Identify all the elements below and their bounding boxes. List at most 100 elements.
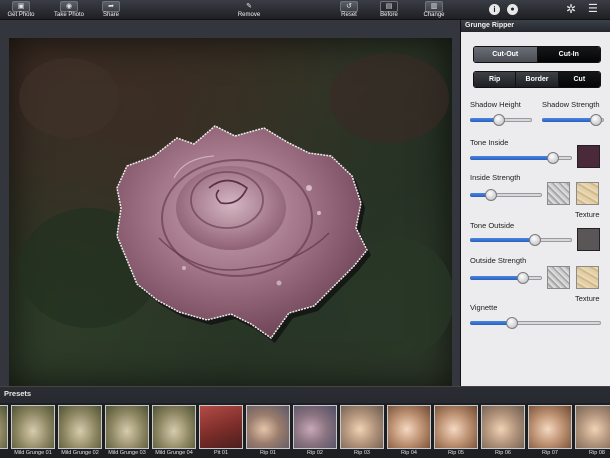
preset-item[interactable]: Mild Grunge 04: [152, 405, 196, 457]
outside-strength-slider[interactable]: [470, 272, 542, 284]
remove-label: Remove: [237, 12, 261, 18]
preset-item[interactable]: Rip 02: [293, 405, 337, 457]
segment-cut[interactable]: Cut: [558, 72, 600, 87]
brush-icon: ✎: [246, 3, 252, 10]
preset-item[interactable]: Mild Grunge 02: [58, 405, 102, 457]
settings-panel: Grunge Ripper Cut-Out Cut-In Rip Border …: [460, 20, 610, 386]
tone-inside-label: Tone Inside: [470, 138, 509, 147]
shadow-strength-label: Shadow Strength: [542, 100, 600, 109]
preset-label: Rip 07: [542, 450, 558, 456]
style-segmented-control: Rip Border Cut: [473, 71, 601, 88]
edited-photo[interactable]: [9, 38, 452, 389]
preset-item[interactable]: Rip 08: [575, 405, 610, 457]
tone-inside-color-swatch[interactable]: [577, 145, 600, 168]
segment-cut-out[interactable]: Cut-Out: [474, 47, 538, 62]
tone-outside-slider[interactable]: [470, 234, 572, 246]
get-photo-label: Get Photo: [7, 12, 35, 18]
segment-cut-in[interactable]: Cut-In: [537, 47, 600, 62]
preset-item[interactable]: Rip 05: [434, 405, 478, 457]
preset-thumbnail: [246, 405, 290, 449]
preset-thumbnail: [434, 405, 478, 449]
preset-label: Mild Grunge 02: [61, 450, 99, 456]
gear-icon[interactable]: ✲: [566, 2, 576, 16]
shadow-height-slider[interactable]: [470, 114, 532, 126]
slider-thumb[interactable]: [590, 114, 602, 126]
preset-thumbnail: [0, 405, 8, 449]
shadow-height-label: Shadow Height: [470, 100, 521, 109]
preset-thumbnail: [528, 405, 572, 449]
take-photo-button[interactable]: ◉ Take Photo: [52, 1, 86, 19]
slider-thumb[interactable]: [493, 114, 505, 126]
presets-bar: Presets Mild Grunge 01 Mild Grunge 02 Mild…: [0, 386, 610, 458]
outside-texture-label: Texture: [575, 294, 600, 303]
panel-title: Grunge Ripper: [461, 20, 610, 32]
preset-label: Mild Grunge 03: [108, 450, 146, 456]
presets-strip[interactable]: Mild Grunge 01 Mild Grunge 02 Mild Grunge …: [0, 403, 610, 458]
tone-outside-label: Tone Outside: [470, 221, 515, 230]
change-button[interactable]: ▥ Change: [420, 1, 448, 19]
change-icon: ▥: [425, 1, 443, 12]
canvas-area: [0, 20, 460, 389]
change-label: Change: [423, 12, 445, 18]
preset-item[interactable]: Rip 01: [246, 405, 290, 457]
shadow-strength-slider[interactable]: [542, 114, 604, 126]
reset-button[interactable]: ↺ Reset: [336, 1, 362, 19]
inside-paper-texture-thumb[interactable]: [576, 182, 599, 205]
outside-paper-texture-thumb[interactable]: [576, 266, 599, 289]
slider-thumb[interactable]: [547, 152, 559, 164]
outside-strength-label: Outside Strength: [470, 256, 527, 265]
preset-label: Mild Grunge 01: [14, 450, 52, 456]
preset-item[interactable]: Rip 04: [387, 405, 431, 457]
share-circle-icon[interactable]: ●: [507, 4, 518, 15]
preset-item[interactable]: Mild Grunge 03: [105, 405, 149, 457]
share-label: Share: [102, 12, 119, 18]
mode-segmented-control: Cut-Out Cut-In: [473, 46, 601, 63]
tone-outside-color-swatch[interactable]: [577, 228, 600, 251]
outside-gray-texture-thumb[interactable]: [547, 266, 570, 289]
preset-item[interactable]: Pit 01: [199, 405, 243, 457]
preset-label: Rip 04: [401, 450, 417, 456]
before-button[interactable]: ▤ Before: [376, 1, 402, 19]
preset-item[interactable]: [0, 405, 8, 457]
preset-label: Pit 01: [213, 450, 229, 456]
preset-thumbnail: [575, 405, 610, 449]
slider-thumb[interactable]: [485, 189, 497, 201]
reset-icon: ↺: [340, 1, 358, 12]
tone-inside-slider[interactable]: [470, 152, 572, 164]
get-photo-button[interactable]: ▣ Get Photo: [6, 1, 36, 19]
reset-label: Reset: [341, 12, 357, 18]
take-photo-label: Take Photo: [53, 12, 85, 18]
segment-border[interactable]: Border: [516, 72, 559, 87]
preset-thumbnail: [58, 405, 102, 449]
preset-label: Rip 05: [448, 450, 464, 456]
preset-thumbnail: [387, 405, 431, 449]
share-button[interactable]: ➦ Share: [98, 1, 124, 19]
slider-thumb[interactable]: [517, 272, 529, 284]
preset-item[interactable]: Mild Grunge 01: [11, 405, 55, 457]
preset-thumbnail: [199, 405, 243, 449]
photo-illustration: [19, 53, 452, 358]
inside-gray-texture-thumb[interactable]: [547, 182, 570, 205]
app-window: ▣ Get Photo ◉ Take Photo ➦ Share ✎ Remov…: [0, 0, 610, 458]
remove-button[interactable]: ✎ Remove: [234, 1, 264, 19]
inside-strength-slider[interactable]: [470, 189, 542, 201]
preset-item[interactable]: Rip 07: [528, 405, 572, 457]
camera-icon: ◉: [60, 1, 78, 12]
preset-label: Rip 03: [354, 450, 370, 456]
preset-thumbnail: [340, 405, 384, 449]
top-toolbar: ▣ Get Photo ◉ Take Photo ➦ Share ✎ Remov…: [0, 0, 610, 20]
preset-thumbnail: [11, 405, 55, 449]
info-icon[interactable]: i: [489, 4, 500, 15]
preset-label: Rip 01: [260, 450, 276, 456]
slider-thumb[interactable]: [529, 234, 541, 246]
preset-label: Rip 06: [495, 450, 511, 456]
preset-item[interactable]: Rip 03: [340, 405, 384, 457]
share-icon: ➦: [102, 1, 120, 12]
preset-item[interactable]: Rip 06: [481, 405, 525, 457]
preset-thumbnail: [293, 405, 337, 449]
before-icon: ▤: [380, 1, 398, 12]
segment-rip[interactable]: Rip: [474, 72, 517, 87]
list-menu-icon[interactable]: ☰: [588, 2, 598, 16]
slider-thumb[interactable]: [506, 317, 518, 329]
vignette-slider[interactable]: [470, 317, 601, 329]
